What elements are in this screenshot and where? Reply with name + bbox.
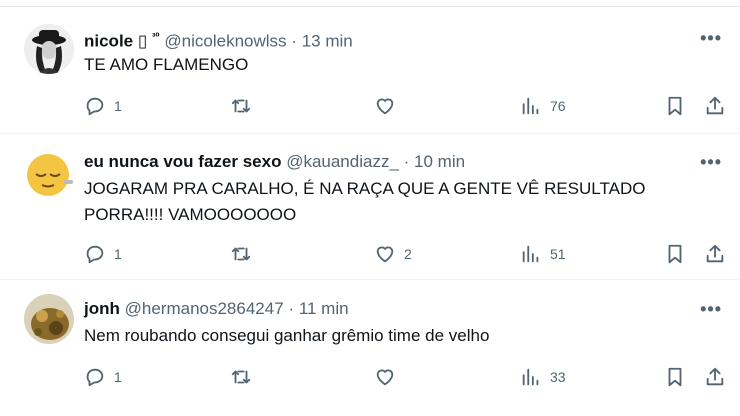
reply-icon [86,97,104,116]
tweet-1[interactable]: nicole ▯ ³⁰ @nicoleknowlss · 13 min ••• … [0,8,740,134]
timestamp[interactable]: 11 min [299,299,349,318]
bookmark-icon [668,96,682,116]
tweet-text-line-2: PORRA!!!! VAMOOOOOOO [84,205,297,224]
top-divider [0,0,740,7]
share-button[interactable] [704,365,726,389]
action-bar: 1 33 [84,365,730,389]
author-name[interactable]: eu nunca vou fazer sexo [84,152,281,171]
avatar[interactable] [24,24,74,74]
like-button[interactable]: 2 [374,242,412,266]
author-handle[interactable]: @hermanos2864247 [125,299,284,318]
heart-icon [376,369,394,386]
avatar-image [24,150,74,200]
views-button[interactable]: 76 [520,94,566,118]
retweet-icon [231,99,251,113]
view-count: 33 [550,369,566,385]
views-button[interactable]: 33 [520,365,566,389]
reply-count: 1 [114,246,122,262]
bookmark-button[interactable] [664,242,686,266]
timestamp[interactable]: 10 min [414,152,465,171]
views-icon [522,245,539,263]
more-options-button[interactable]: ••• [700,152,722,173]
bookmark-button[interactable] [664,365,686,389]
retweet-button[interactable] [230,365,260,389]
action-bar: 1 76 [84,94,730,118]
avatar[interactable] [24,150,74,200]
author-name[interactable]: nicole [84,32,133,51]
views-button[interactable]: 51 [520,242,566,266]
tweet-2[interactable]: eu nunca vou fazer sexo @kauandiazz_ · 1… [0,134,740,280]
separator-dot: · [288,299,295,318]
retweet-icon [231,247,251,261]
tweet-text: Nem roubando consegui ganhar grêmio time… [84,326,490,345]
author-handle[interactable]: @nicoleknowlss [164,32,286,51]
tweet-header: nicole ▯ ³⁰ @nicoleknowlss · 13 min [84,28,353,52]
reply-icon [86,245,104,264]
separator-dot: · [403,152,410,171]
tweet-text: JOGARAM PRA CARALHO, É NA RAÇA QUE A GEN… [84,176,684,228]
retweet-button[interactable] [230,94,260,118]
reply-button[interactable]: 1 [84,242,122,266]
like-count: 2 [404,246,412,262]
views-icon [522,368,539,386]
tweet-header: eu nunca vou fazer sexo @kauandiazz_ · 1… [84,152,465,172]
name-badge: ³⁰ [151,32,160,43]
avatar[interactable] [24,294,74,344]
share-button[interactable] [704,242,726,266]
views-icon [522,97,539,115]
tweet-text-line-1: JOGARAM PRA CARALHO, É NA RAÇA QUE A GEN… [84,179,646,198]
tweet-text: TE AMO FLAMENGO [84,55,249,74]
timestamp[interactable]: 13 min [302,32,353,51]
share-icon [706,96,724,115]
avatar-image [24,294,74,344]
retweet-icon [231,370,251,384]
more-options-button[interactable]: ••• [700,299,722,320]
bookmark-icon [668,244,682,264]
reply-count: 1 [114,369,122,385]
name-emoji: ▯ [137,31,148,51]
reply-count: 1 [114,98,122,114]
avatar-image [24,24,74,74]
view-count: 51 [550,246,566,262]
tweet-header: jonh @hermanos2864247 · 11 min [84,299,349,319]
reply-button[interactable]: 1 [84,365,122,389]
more-options-button[interactable]: ••• [700,28,722,49]
share-button[interactable] [704,94,726,118]
share-icon [706,244,724,263]
reply-icon [86,368,104,387]
author-name[interactable]: jonh [84,299,120,318]
heart-icon [376,98,394,115]
view-count: 76 [550,98,566,114]
action-bar: 1 2 51 [84,242,730,266]
retweet-button[interactable] [230,242,260,266]
share-icon [706,367,724,386]
author-handle[interactable]: @kauandiazz_ [286,152,399,171]
bookmark-button[interactable] [664,94,686,118]
like-button[interactable] [374,365,404,389]
bookmark-icon [668,367,682,387]
heart-icon [376,246,394,263]
like-button[interactable] [374,94,404,118]
separator-dot: · [291,31,297,51]
reply-button[interactable]: 1 [84,94,122,118]
tweet-3[interactable]: jonh @hermanos2864247 · 11 min ••• Nem r… [0,280,740,416]
